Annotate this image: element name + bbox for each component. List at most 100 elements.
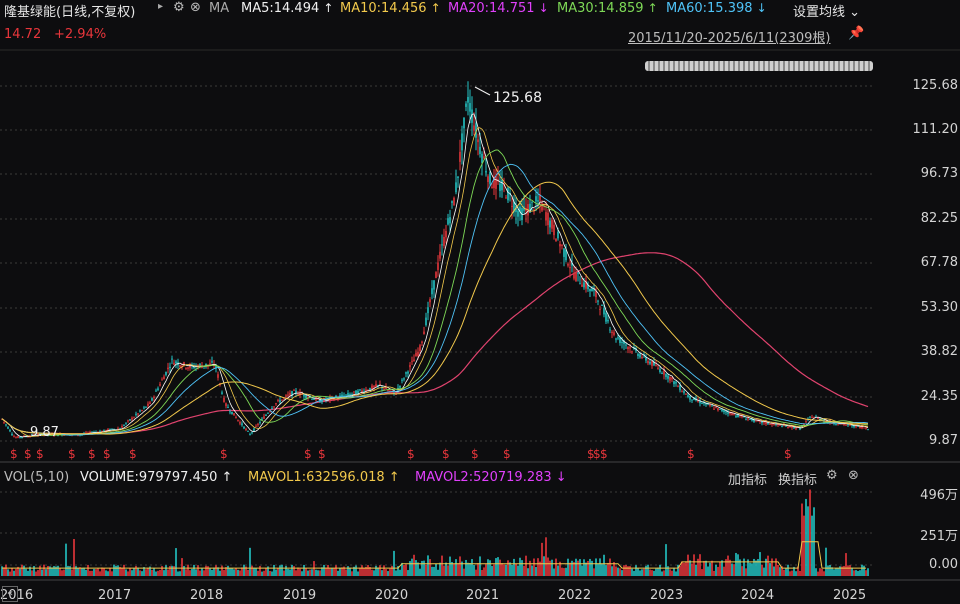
candle-body bbox=[339, 395, 341, 397]
signal-marker[interactable]: $ bbox=[88, 447, 96, 461]
signal-marker[interactable]: $ bbox=[10, 447, 18, 461]
signal-marker[interactable]: $ bbox=[318, 447, 326, 461]
candle-body bbox=[129, 419, 131, 421]
candle-body bbox=[143, 407, 145, 409]
volume-bar bbox=[361, 565, 363, 576]
signal-marker[interactable]: $ bbox=[68, 447, 76, 461]
candle-body bbox=[249, 434, 251, 436]
candle-body bbox=[19, 436, 21, 438]
volume-bar bbox=[815, 568, 817, 576]
volume-bar bbox=[723, 566, 725, 576]
volume-bar bbox=[291, 564, 293, 576]
candle-body bbox=[371, 385, 373, 390]
volume-bar bbox=[11, 568, 13, 576]
candle-body bbox=[637, 353, 639, 356]
volume-bar bbox=[641, 569, 643, 576]
signal-marker[interactable]: $ bbox=[407, 447, 415, 461]
signal-marker[interactable]: $ bbox=[304, 447, 312, 461]
volume-bar bbox=[701, 569, 703, 576]
switch-indicator-button[interactable]: 换指标 bbox=[778, 469, 817, 488]
volume-bar bbox=[453, 563, 455, 576]
scroll-left-icon[interactable]: « bbox=[2, 586, 18, 602]
volume-bar bbox=[177, 571, 179, 576]
volume-bar bbox=[323, 564, 325, 576]
volume-bar bbox=[437, 569, 439, 576]
volume-bar bbox=[795, 571, 797, 576]
volume-bar bbox=[257, 570, 259, 576]
candle-body bbox=[149, 402, 151, 405]
candle-body bbox=[559, 244, 561, 247]
candle-body bbox=[467, 97, 469, 103]
candle-body bbox=[133, 417, 135, 419]
volume-bar bbox=[341, 567, 343, 576]
candle-body bbox=[121, 426, 123, 428]
signal-marker[interactable]: $ bbox=[103, 447, 111, 461]
volume-bar bbox=[285, 565, 287, 576]
candle-body bbox=[557, 231, 559, 239]
volume-bar bbox=[825, 547, 827, 576]
volume-bar bbox=[303, 564, 305, 576]
volume-bar bbox=[467, 562, 469, 576]
candle-body bbox=[661, 373, 663, 375]
signal-marker[interactable]: $ bbox=[471, 447, 479, 461]
add-indicator-button[interactable]: 加指标 bbox=[728, 469, 767, 488]
candle-body bbox=[151, 398, 153, 401]
candle-body bbox=[231, 411, 233, 415]
signal-marker[interactable]: $ bbox=[687, 447, 695, 461]
volume-bar bbox=[625, 564, 627, 576]
close-icon[interactable]: ⊗ bbox=[848, 468, 859, 483]
candle-body bbox=[859, 426, 861, 429]
volume-bar bbox=[503, 564, 505, 576]
volume-bar bbox=[141, 571, 143, 576]
signal-marker[interactable]: $ bbox=[36, 447, 44, 461]
candle-body bbox=[685, 393, 687, 395]
candle-body bbox=[795, 428, 797, 430]
volume-bar bbox=[331, 568, 333, 576]
volume-bar bbox=[741, 566, 743, 576]
x-tick: 2022 bbox=[558, 588, 592, 603]
volume-bar bbox=[721, 560, 723, 576]
signal-marker[interactable]: $ bbox=[600, 447, 608, 461]
volume-bar bbox=[485, 564, 487, 576]
candle-body bbox=[601, 304, 603, 306]
volume-bar bbox=[749, 562, 751, 576]
mavol2-value: MAVOL2:520719.283 ↓ bbox=[415, 470, 567, 485]
volume-bar bbox=[767, 555, 769, 576]
candle-body bbox=[167, 367, 169, 370]
candle-body bbox=[179, 365, 181, 367]
candle-body bbox=[137, 413, 139, 415]
volume-bar bbox=[855, 570, 857, 576]
price-tick: 67.78 bbox=[920, 255, 958, 270]
signal-marker[interactable]: $ bbox=[503, 447, 511, 461]
volume-bar bbox=[9, 571, 11, 576]
signal-marker[interactable]: $ bbox=[129, 447, 137, 461]
kline-chart[interactable]: $ $ $ $ $ $ $ $ $ $ $ $ $ $ $$ $ $ $ bbox=[0, 0, 960, 604]
candle-body bbox=[835, 424, 837, 426]
volume-bar bbox=[195, 569, 197, 576]
candle-body bbox=[221, 392, 223, 394]
volume-bar bbox=[845, 553, 847, 576]
candle-body bbox=[487, 176, 489, 182]
volume-bar bbox=[351, 571, 353, 576]
volume-bar bbox=[261, 571, 263, 576]
candle-body bbox=[669, 376, 671, 381]
candle-body bbox=[313, 398, 315, 400]
volume-bar bbox=[271, 571, 273, 576]
gear-icon[interactable]: ⚙ bbox=[826, 468, 838, 483]
volume-bar bbox=[785, 567, 787, 576]
candle-body bbox=[727, 412, 729, 414]
moving-average-line bbox=[1, 149, 869, 436]
candle-body bbox=[443, 236, 445, 246]
volume-bar bbox=[5, 564, 7, 576]
candle-body bbox=[605, 313, 607, 322]
volume-bar bbox=[615, 566, 617, 576]
candle-body bbox=[631, 351, 633, 353]
candle-body bbox=[163, 376, 165, 380]
signal-marker[interactable]: $ bbox=[784, 447, 792, 461]
signal-marker[interactable]: $ bbox=[24, 447, 32, 461]
signal-marker[interactable]: $ bbox=[220, 447, 228, 461]
volume-bar bbox=[345, 569, 347, 576]
signal-marker[interactable]: $ bbox=[442, 447, 450, 461]
volume-bar bbox=[643, 568, 645, 576]
volume-bar bbox=[443, 565, 445, 576]
